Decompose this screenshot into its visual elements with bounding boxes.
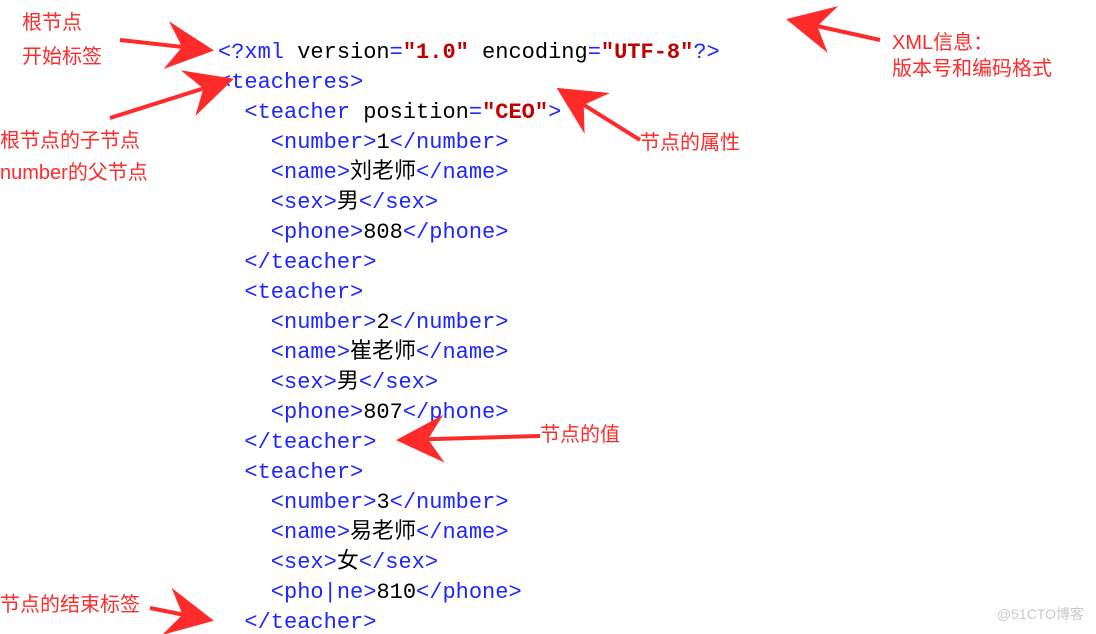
annot-root-node: 根节点 <box>22 10 82 36</box>
xml-decl-attr1: version <box>297 40 389 65</box>
t2-phone-val: 807 <box>363 400 403 425</box>
t3-number-val: 3 <box>376 490 389 515</box>
t1-number-open: <number> <box>218 130 376 155</box>
xml-decl-close: ?> <box>693 40 719 65</box>
t3-sex-val: 女 <box>337 550 359 575</box>
t3-phone-open: <pho|ne> <box>218 580 376 605</box>
t1-number-val: 1 <box>376 130 389 155</box>
t2-number-open: <number> <box>218 310 376 335</box>
teacher1-open-a: <teacher <box>218 100 363 125</box>
t3-name-close: </name> <box>416 520 508 545</box>
xml-decl-val1: "1.0" <box>403 40 469 65</box>
t3-name-open: <name> <box>218 520 350 545</box>
watermark: @51CTO博客 <box>997 604 1084 624</box>
teacher1-attr-eq: = <box>469 100 482 125</box>
t2-sex-open: <sex> <box>218 370 337 395</box>
t3-phone-val: 810 <box>376 580 416 605</box>
xml-decl-attr2: encoding <box>469 40 588 65</box>
t1-name-val: 刘老师 <box>350 160 416 185</box>
annot-end-tag: 节点的结束标签 <box>0 592 140 618</box>
t3-sex-open: <sex> <box>218 550 337 575</box>
xml-decl-eq1: = <box>390 40 403 65</box>
xml-decl-eq2: = <box>588 40 601 65</box>
annot-start-tag: 开始标签 <box>22 44 102 70</box>
annot-child-node-2: number的父节点 <box>0 160 148 186</box>
t3-number-close: </number> <box>390 490 509 515</box>
t1-name-close: </name> <box>416 160 508 185</box>
t1-phone-close: </phone> <box>403 220 509 245</box>
teacher1-open-b: > <box>548 100 561 125</box>
t3-phone-close: </phone> <box>416 580 522 605</box>
arrow-to-root-open <box>120 40 210 50</box>
arrow-to-xml-decl <box>790 20 880 40</box>
teacher2-close: </teacher> <box>218 430 376 455</box>
t2-name-close: </name> <box>416 340 508 365</box>
teacher3-open: <teacher> <box>218 460 363 485</box>
xml-decl-val2: "UTF-8" <box>601 40 693 65</box>
t1-sex-open: <sex> <box>218 190 337 215</box>
annot-xml-info-1: XML信息： <box>892 30 993 56</box>
t1-phone-val: 808 <box>363 220 403 245</box>
xml-code-block: <?xml version="1.0" encoding="UTF-8"?> <… <box>218 8 720 634</box>
annot-child-node-1: 根节点的子节点 <box>0 128 140 154</box>
annot-node-value: 节点的值 <box>540 422 620 448</box>
t2-sex-val: 男 <box>337 370 359 395</box>
t2-number-close: </number> <box>390 310 509 335</box>
t1-sex-val: 男 <box>337 190 359 215</box>
t1-number-close: </number> <box>390 130 509 155</box>
t3-sex-close: </sex> <box>359 550 438 575</box>
teacher3-close: </teacher> <box>218 610 376 634</box>
t1-sex-close: </sex> <box>359 190 438 215</box>
t2-number-val: 2 <box>376 310 389 335</box>
teacher2-open: <teacher> <box>218 280 363 305</box>
t2-name-val: 崔老师 <box>350 340 416 365</box>
t3-name-val: 易老师 <box>350 520 416 545</box>
arrow-to-teacher1 <box>110 80 230 118</box>
t1-phone-open: <phone> <box>218 220 363 245</box>
root-open: <teacheres> <box>218 70 363 95</box>
t3-number-open: <number> <box>218 490 376 515</box>
arrow-to-root-close <box>150 608 210 620</box>
t2-phone-close: </phone> <box>403 400 509 425</box>
annot-xml-info-2: 版本号和编码格式 <box>892 56 1052 82</box>
t2-name-open: <name> <box>218 340 350 365</box>
t1-name-open: <name> <box>218 160 350 185</box>
xml-decl-open: <?xml <box>218 40 297 65</box>
t2-phone-open: <phone> <box>218 400 363 425</box>
annot-node-attr: 节点的属性 <box>640 130 740 156</box>
teacher1-attr-val: "CEO" <box>482 100 548 125</box>
teacher1-attr-name: position <box>363 100 469 125</box>
teacher1-close: </teacher> <box>218 250 376 275</box>
t2-sex-close: </sex> <box>359 370 438 395</box>
